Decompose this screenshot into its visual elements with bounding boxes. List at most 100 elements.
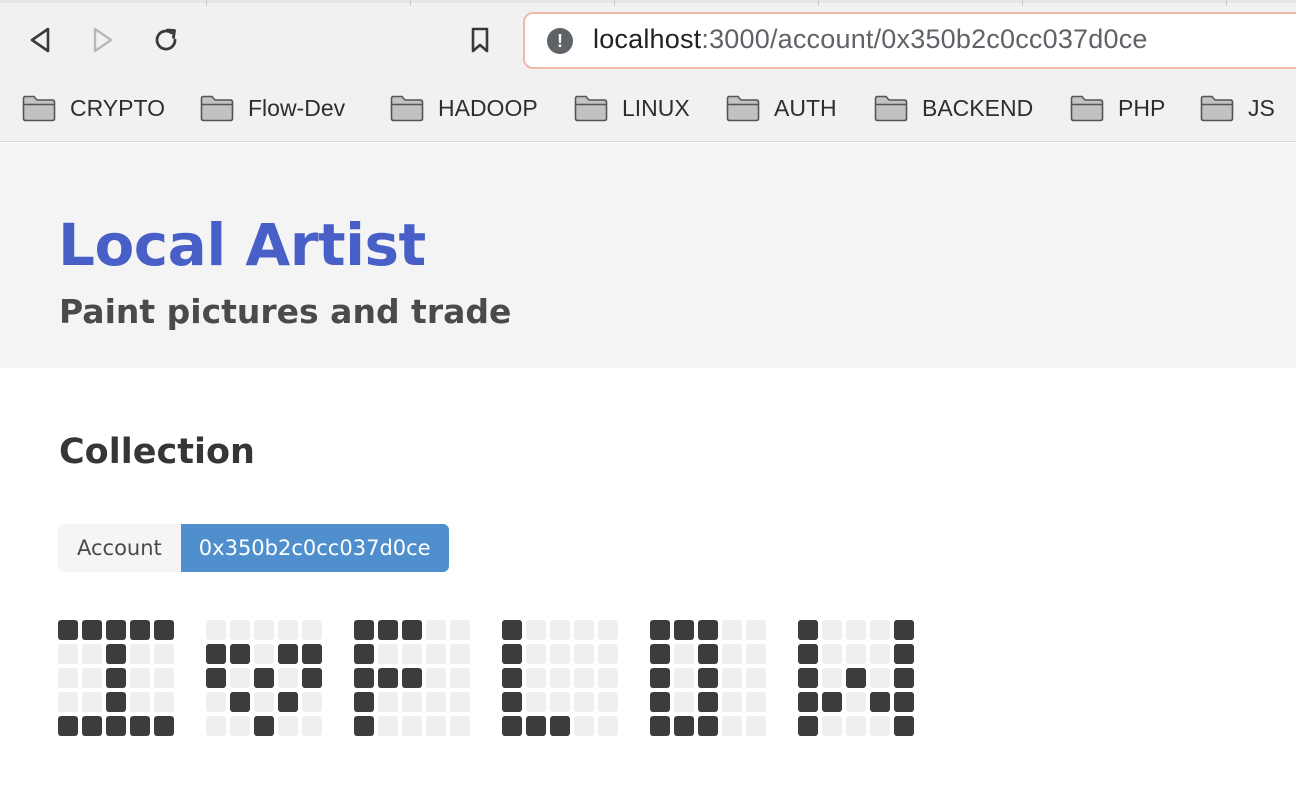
pixel-filled: [254, 716, 274, 736]
pixel-empty: [822, 620, 842, 640]
pixel-filled: [894, 668, 914, 688]
picture-card[interactable]: [58, 620, 174, 736]
pixel-filled: [354, 716, 374, 736]
url-text[interactable]: localhost:3000/account/0x350b2c0cc037d0c…: [593, 24, 1148, 55]
pixel-empty: [526, 692, 546, 712]
pixel-filled: [502, 644, 522, 664]
pixel-empty: [206, 716, 226, 736]
pixel-empty: [550, 692, 570, 712]
bookmark-folder-hadoop[interactable]: HADOOP: [390, 86, 538, 130]
pixel-filled: [798, 668, 818, 688]
site-title: Local Artist: [58, 211, 426, 279]
pixel-empty: [230, 620, 250, 640]
pixel-filled: [822, 692, 842, 712]
bookmark-folder-auth[interactable]: AUTH: [726, 86, 837, 130]
pixel-filled: [378, 620, 398, 640]
account-tags: Account 0x350b2c0cc037d0ce: [58, 524, 449, 572]
account-label-tag: Account: [58, 524, 181, 572]
pixel-filled: [650, 692, 670, 712]
pixel-filled: [894, 716, 914, 736]
tab-separator: [614, 0, 615, 6]
pixel-filled: [206, 644, 226, 664]
site-info-icon[interactable]: !: [547, 28, 573, 54]
pixel-empty: [598, 692, 618, 712]
pixel-empty: [254, 644, 274, 664]
address-bar[interactable]: ! localhost:3000/account/0x350b2c0cc037d…: [523, 12, 1296, 69]
pixel-empty: [870, 620, 890, 640]
pixel-filled: [106, 692, 126, 712]
pixel-filled: [698, 644, 718, 664]
picture-card[interactable]: [798, 620, 914, 736]
bookmark-label: Flow-Dev: [248, 94, 346, 121]
pixel-filled: [354, 644, 374, 664]
bookmark-page-button[interactable]: [462, 22, 498, 58]
pixel-empty: [378, 716, 398, 736]
pixel-filled: [698, 620, 718, 640]
pixel-filled: [894, 692, 914, 712]
pixel-empty: [426, 620, 446, 640]
bookmark-folder-backend[interactable]: BACKEND: [874, 86, 1033, 130]
browser-chrome: ! localhost:3000/account/0x350b2c0cc037d…: [0, 0, 1296, 142]
bookmark-icon: [471, 27, 489, 53]
picture-card[interactable]: [502, 620, 618, 736]
pixel-filled: [106, 644, 126, 664]
forward-button[interactable]: [84, 22, 120, 58]
bookmark-folder-php[interactable]: PHP: [1070, 86, 1165, 130]
bookmark-folder-linux[interactable]: LINUX: [574, 86, 690, 130]
folder-icon: [874, 95, 908, 121]
pixel-filled: [402, 620, 422, 640]
account-address-tag: 0x350b2c0cc037d0ce: [180, 524, 449, 572]
pixel-empty: [450, 692, 470, 712]
pixel-empty: [450, 668, 470, 688]
pixel-empty: [154, 644, 174, 664]
bookmark-folder-flow-dev[interactable]: Flow-Dev: [200, 86, 345, 130]
pixel-filled: [502, 620, 522, 640]
pixel-empty: [870, 644, 890, 664]
pixel-filled: [130, 620, 150, 640]
pixel-filled: [674, 716, 694, 736]
hero-section: Local Artist Paint pictures and trade: [0, 143, 1296, 368]
pixel-empty: [846, 620, 866, 640]
picture-card[interactable]: [206, 620, 322, 736]
bookmark-folder-js[interactable]: JS: [1200, 86, 1275, 130]
bookmark-label: CRYPTO: [70, 94, 166, 121]
pixel-filled: [698, 716, 718, 736]
pixel-filled: [106, 716, 126, 736]
pixel-filled: [278, 644, 298, 664]
pixel-empty: [426, 692, 446, 712]
pixel-empty: [550, 668, 570, 688]
pixel-filled: [154, 716, 174, 736]
pixel-filled: [402, 668, 422, 688]
picture-card[interactable]: [650, 620, 766, 736]
pixel-empty: [550, 644, 570, 664]
pixel-empty: [598, 716, 618, 736]
pixel-empty: [130, 644, 150, 664]
pixel-empty: [746, 620, 766, 640]
pixel-filled: [798, 716, 818, 736]
pixel-empty: [746, 692, 766, 712]
pixel-empty: [154, 668, 174, 688]
picture-card[interactable]: [354, 620, 470, 736]
pixel-filled: [550, 716, 570, 736]
back-button[interactable]: [22, 22, 58, 58]
pixel-filled: [502, 692, 522, 712]
pixel-empty: [574, 692, 594, 712]
pixel-empty: [206, 620, 226, 640]
pixel-filled: [82, 716, 102, 736]
pixel-empty: [674, 644, 694, 664]
pixel-filled: [106, 620, 126, 640]
tab-separator: [410, 0, 411, 6]
pixel-empty: [598, 644, 618, 664]
bookmark-label: JS: [1248, 94, 1275, 121]
bookmark-label: AUTH: [774, 94, 837, 121]
reload-button[interactable]: [148, 22, 184, 58]
pixel-empty: [302, 716, 322, 736]
pixel-filled: [130, 716, 150, 736]
pixel-empty: [846, 692, 866, 712]
pixel-empty: [254, 620, 274, 640]
folder-icon: [200, 95, 234, 121]
tab-separator: [206, 0, 207, 6]
bookmark-folder-crypto[interactable]: CRYPTO: [22, 86, 165, 130]
pixel-filled: [230, 644, 250, 664]
folder-icon: [574, 95, 608, 121]
